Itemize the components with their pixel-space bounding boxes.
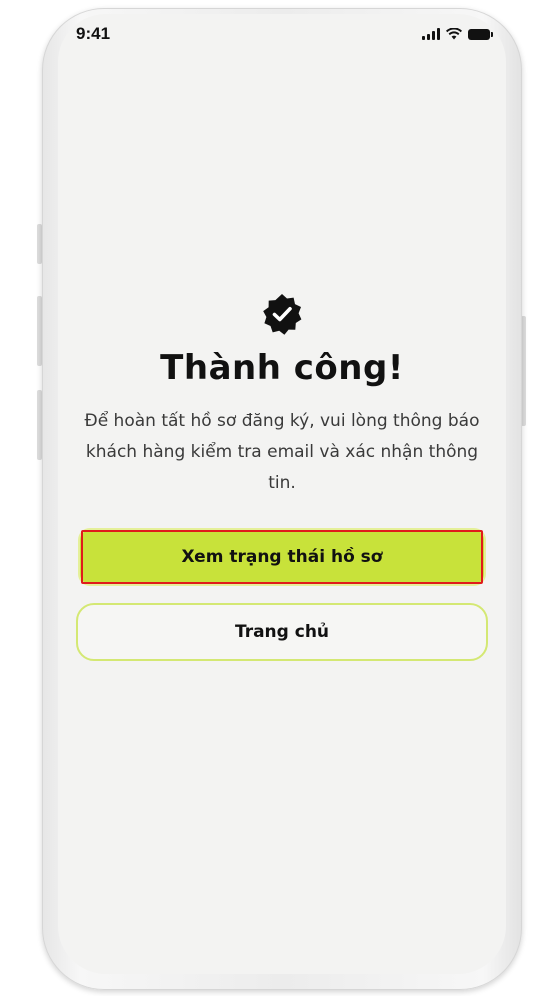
success-title: Thành công! <box>160 348 404 388</box>
status-icons <box>422 28 493 40</box>
wifi-icon <box>446 28 462 40</box>
cellular-signal-icon <box>422 28 440 40</box>
device-mockup: 9:41 Thành công! Để hoàn tất hồ sơ đăng … <box>0 0 560 996</box>
view-application-status-label: Xem trạng thái hồ sơ <box>181 547 383 567</box>
verified-badge-check-icon <box>263 294 302 335</box>
view-application-status-button[interactable]: Xem trạng thái hồ sơ <box>80 530 484 584</box>
battery-icon <box>468 28 493 40</box>
home-button[interactable]: Trang chủ <box>76 603 488 661</box>
success-message: Để hoàn tất hồ sơ đăng ký, vui lòng thôn… <box>84 411 480 493</box>
phone-screen: 9:41 Thành công! Để hoàn tất hồ sơ đăng … <box>58 14 506 974</box>
home-button-label: Trang chủ <box>234 622 330 642</box>
status-bar: 9:41 <box>58 14 506 58</box>
status-time: 9:41 <box>76 24 111 43</box>
